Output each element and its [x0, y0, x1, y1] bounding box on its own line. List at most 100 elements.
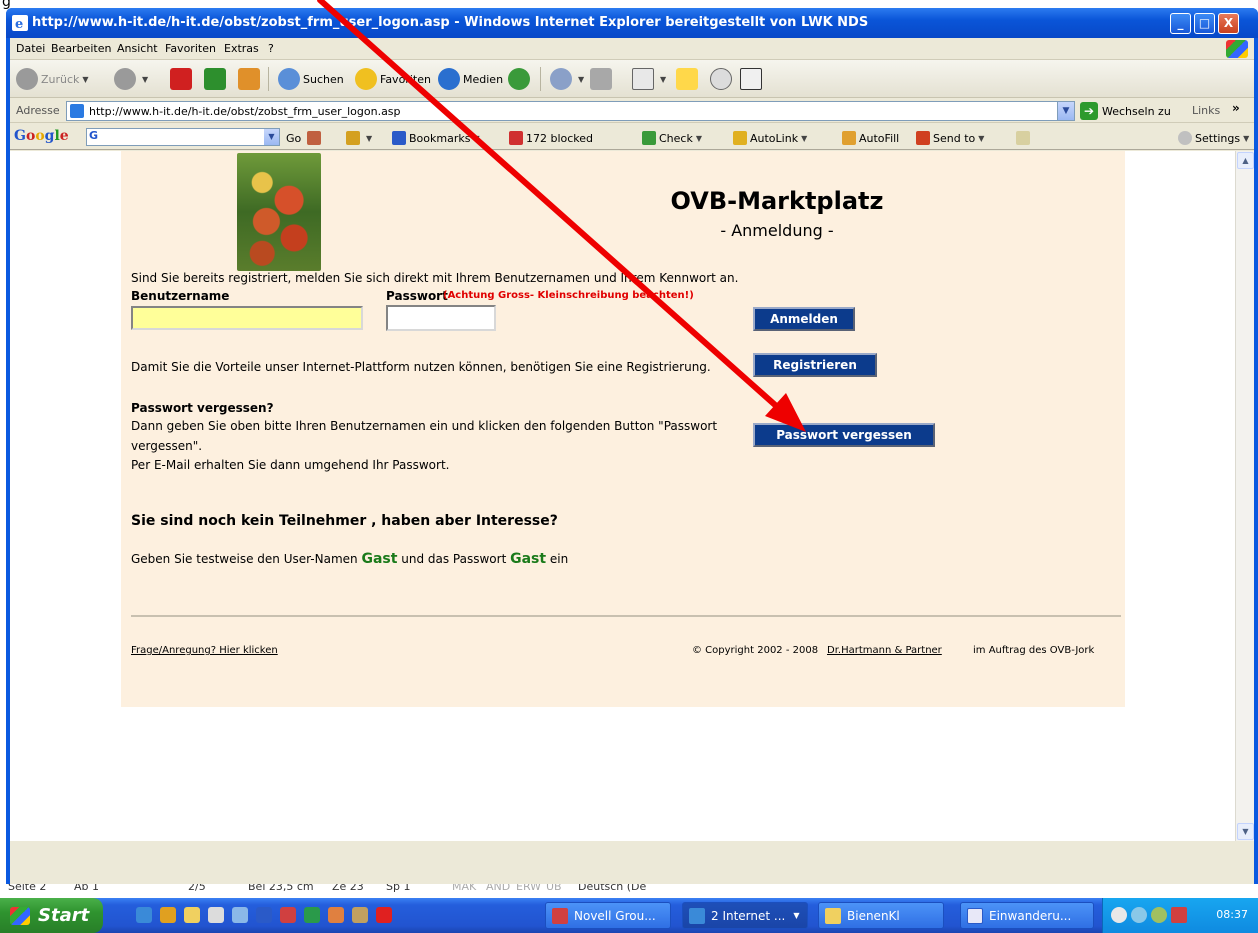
task-novell[interactable]: Novell Grou... — [545, 902, 671, 929]
settings-button[interactable]: Settings ▼ — [1178, 131, 1249, 145]
scroll-down-icon[interactable]: ▼ — [1237, 823, 1254, 840]
start-button[interactable]: Start — [0, 898, 103, 933]
powerpoint-quicklaunch-icon[interactable] — [280, 907, 296, 923]
register-button[interactable]: Registrieren — [753, 353, 877, 377]
address-dropdown-icon[interactable]: ▼ — [1057, 102, 1074, 120]
forgot-password-button[interactable]: Passwort vergessen — [753, 423, 935, 447]
menu-help[interactable]: ? — [268, 42, 274, 55]
password-input[interactable] — [386, 305, 496, 331]
links-more-icon[interactable]: » — [1232, 101, 1240, 115]
print-button[interactable] — [590, 66, 615, 92]
folder-icon — [825, 907, 841, 924]
messenger-button[interactable] — [710, 66, 735, 92]
task-bienenkl[interactable]: BienenKl — [818, 902, 944, 929]
stop-button[interactable] — [170, 66, 195, 92]
word-icon — [967, 907, 983, 924]
firefox-quicklaunch-icon[interactable] — [160, 907, 176, 923]
menu-datei[interactable]: Datei — [16, 42, 45, 55]
ie-icon — [689, 907, 705, 924]
notes-button[interactable] — [676, 66, 701, 92]
chevron-down-icon: ▼ — [1243, 133, 1250, 143]
search-button[interactable]: Suchen — [278, 66, 344, 92]
menu-ansicht[interactable]: Ansicht — [117, 42, 158, 55]
popup-blocker-icon — [509, 131, 523, 145]
ie-icon: e — [12, 15, 28, 31]
maximize-button[interactable]: □ — [1194, 13, 1215, 34]
highlight-button[interactable] — [1016, 131, 1033, 145]
vertical-scrollbar[interactable]: ▲ ▼ — [1235, 151, 1254, 841]
popup-blocker-button[interactable]: 172 blocked — [509, 131, 593, 145]
google-go-label: Go — [286, 131, 302, 145]
bookmarks-label: Bookmarks — [409, 131, 471, 145]
folder-quicklaunch-icon[interactable] — [184, 907, 200, 923]
system-tray: 08:37 — [1102, 898, 1258, 933]
partner-link[interactable]: Dr.Hartmann & Partner — [827, 645, 942, 656]
window-client: Datei Bearbeiten Ansicht Favoriten Extra… — [10, 38, 1254, 884]
back-arrow-icon — [16, 68, 38, 90]
title-bar[interactable]: e http://www.h-it.de/h-it.de/obst/zobst_… — [6, 8, 1258, 38]
guest-username: Gast — [361, 551, 398, 567]
tray-network-icon[interactable] — [1131, 907, 1147, 923]
task-einwanderu[interactable]: Einwanderu... — [960, 902, 1094, 929]
autolink-button[interactable]: AutoLink ▼ — [733, 131, 807, 145]
username-input[interactable] — [131, 306, 363, 330]
window-title: http://www.h-it.de/h-it.de/obst/zobst_fr… — [32, 15, 869, 30]
login-button[interactable]: Anmelden — [753, 307, 855, 331]
menu-favoriten[interactable]: Favoriten — [165, 42, 216, 55]
status-column: Sp 1 — [386, 884, 411, 893]
chevron-down-icon: ▼ — [366, 133, 373, 143]
favorites-button[interactable]: Favoriten — [355, 66, 431, 92]
autolink-label: AutoLink — [750, 131, 799, 145]
news-icon — [346, 131, 360, 145]
google-go-button[interactable]: Go — [286, 131, 324, 145]
forward-arrow-icon — [114, 68, 136, 90]
forward-button[interactable]: ▼ — [114, 66, 148, 92]
google-search-input[interactable]: G ▼ — [86, 128, 280, 146]
app-quicklaunch-icon[interactable] — [328, 907, 344, 923]
menu-extras[interactable]: Extras — [224, 42, 259, 55]
tray-arrow-icon[interactable] — [1111, 907, 1127, 923]
feedback-link[interactable]: Frage/Anregung? Hier klicken — [131, 645, 278, 656]
research-icon — [740, 68, 762, 90]
back-button[interactable]: Zurück ▼ — [16, 66, 89, 92]
send-to-button[interactable]: Send to ▼ — [916, 131, 984, 145]
chevron-down-icon: ▼ — [578, 74, 585, 84]
go-button[interactable]: ➔ Wechseln zu — [1080, 101, 1171, 121]
ie-quicklaunch-icon[interactable] — [136, 907, 152, 923]
history-button[interactable] — [508, 66, 533, 92]
tool-quicklaunch-icon[interactable] — [352, 907, 368, 923]
google-news-button[interactable]: ▼ — [346, 131, 372, 145]
chevron-down-icon[interactable]: ▼ — [264, 129, 279, 145]
home-button[interactable] — [238, 66, 263, 92]
tray-app-icon[interactable] — [1151, 907, 1167, 923]
document-quicklaunch-icon[interactable] — [208, 907, 224, 923]
minimize-button[interactable]: _ — [1170, 13, 1191, 34]
scroll-up-icon[interactable]: ▲ — [1237, 152, 1254, 169]
task-internet[interactable]: 2 Internet ... ▼ — [682, 902, 808, 929]
chevron-down-icon: ▼ — [660, 74, 667, 84]
stop-icon — [170, 68, 192, 90]
refresh-button[interactable] — [204, 66, 229, 92]
task-einwanderu-label: Einwanderu... — [989, 908, 1072, 923]
go-arrow-icon: ➔ — [1080, 102, 1098, 120]
close-button[interactable]: X — [1218, 13, 1239, 34]
excel-quicklaunch-icon[interactable] — [304, 907, 320, 923]
tray-security-icon[interactable] — [1171, 907, 1187, 923]
star-quicklaunch-icon[interactable] — [376, 907, 392, 923]
refresh-icon — [204, 68, 226, 90]
word-quicklaunch-icon[interactable] — [256, 907, 272, 923]
word-button[interactable]: ▼ — [632, 66, 666, 92]
address-input[interactable]: http://www.h-it.de/h-it.de/obst/zobst_fr… — [66, 101, 1075, 121]
bookmarks-button[interactable]: Bookmarks ▼ — [392, 131, 480, 145]
star-icon — [392, 131, 406, 145]
google-search-button[interactable]: G — [87, 129, 111, 145]
spellcheck-button[interactable]: Check ▼ — [642, 131, 702, 145]
google-logo[interactable]: Google — [14, 128, 69, 144]
menu-bearbeiten[interactable]: Bearbeiten — [51, 42, 111, 55]
links-label[interactable]: Links — [1192, 104, 1220, 117]
media-button[interactable]: Medien — [438, 66, 503, 92]
autofill-button[interactable]: AutoFill — [842, 131, 899, 145]
research-button[interactable] — [740, 66, 765, 92]
network-quicklaunch-icon[interactable] — [232, 907, 248, 923]
mail-button[interactable]: ▼ — [550, 66, 584, 92]
